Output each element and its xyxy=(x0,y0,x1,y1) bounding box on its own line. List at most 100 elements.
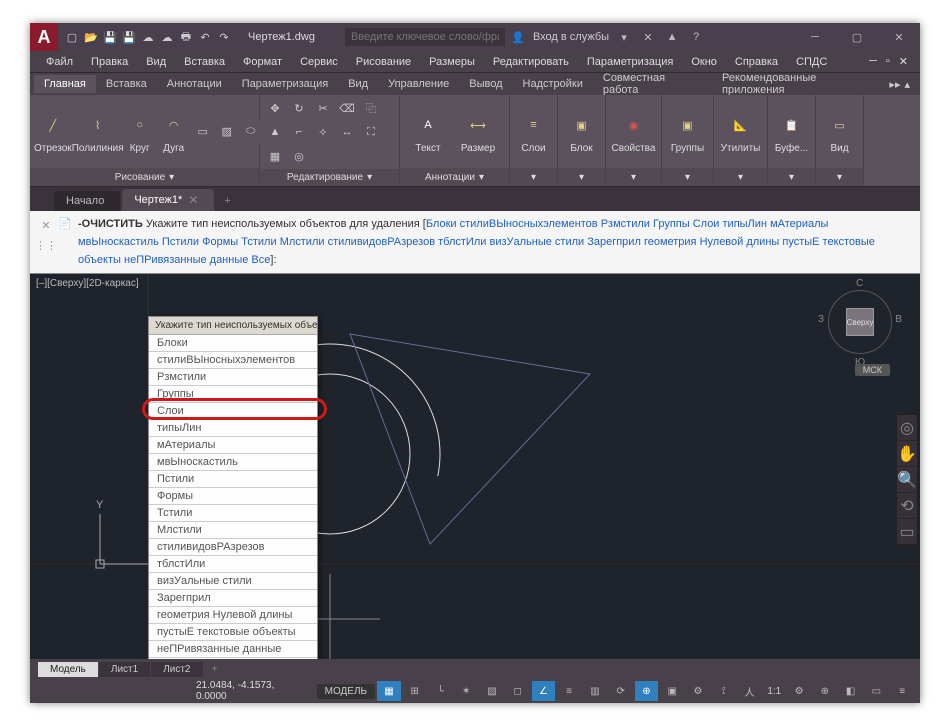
minimize-button[interactable]: ─ xyxy=(794,23,836,51)
login-link[interactable]: Вход в службы xyxy=(533,31,609,43)
nav-show-icon[interactable]: ▭ xyxy=(897,519,917,545)
mdi-close-icon[interactable]: ✕ xyxy=(895,55,912,68)
popup-item[interactable]: тблстИли xyxy=(149,556,317,573)
close-button[interactable]: ✕ xyxy=(878,23,920,51)
nav-orbit-icon[interactable]: ⟲ xyxy=(897,493,917,519)
popup-item[interactable]: Формы xyxy=(149,488,317,505)
copy-icon[interactable]: ⿻ xyxy=(360,97,382,119)
osnap-icon[interactable]: ◻ xyxy=(506,681,530,701)
fillet-icon[interactable]: ⌐ xyxy=(288,121,310,143)
cmd-handle-icon[interactable]: ⋮⋮ xyxy=(35,237,57,255)
menu-help[interactable]: Справка xyxy=(727,54,786,70)
move-icon[interactable]: ✥ xyxy=(264,97,286,119)
scale-label[interactable]: 1:1 xyxy=(763,686,785,697)
trim-icon[interactable]: ✂ xyxy=(312,97,334,119)
popup-item[interactable]: пустыЕ текстовые объекты xyxy=(149,624,317,641)
popup-item[interactable]: Зарегприл xyxy=(149,590,317,607)
popup-item[interactable]: стиливидовРАзрезов xyxy=(149,539,317,556)
cmd-close-icon[interactable]: ✕ xyxy=(41,217,50,235)
popup-item[interactable]: типыЛин xyxy=(149,420,317,437)
exchange-icon[interactable]: ✕ xyxy=(639,28,657,46)
model-space-button[interactable]: МОДЕЛЬ xyxy=(317,684,375,699)
popup-item[interactable]: Рзмстили xyxy=(149,369,317,386)
stretch-icon[interactable]: ↔ xyxy=(336,121,358,143)
snap-icon[interactable]: ⊞ xyxy=(403,681,427,701)
rect-icon[interactable]: ▭ xyxy=(192,121,214,143)
popup-item[interactable]: стилиВЫносныхэлементов xyxy=(149,352,317,369)
cloud-open-icon[interactable]: ☁ xyxy=(140,29,156,45)
menu-insert[interactable]: Вставка xyxy=(176,54,233,70)
menu-file[interactable]: Файл xyxy=(38,54,81,70)
panel-edit-title[interactable]: Редактирование ▾ xyxy=(260,169,399,186)
new-tab-button[interactable]: + xyxy=(216,191,238,211)
mirror-icon[interactable]: ▲ xyxy=(264,121,286,143)
save-icon[interactable]: 💾 xyxy=(102,29,118,45)
anno-mon-icon[interactable]: ⊕ xyxy=(813,681,837,701)
popup-item[interactable]: мАтериалы xyxy=(149,437,317,454)
transparency-icon[interactable]: ▥ xyxy=(583,681,607,701)
mdi-min-icon[interactable]: ─ xyxy=(865,55,881,68)
anno-scale-icon[interactable]: 人 xyxy=(738,681,762,701)
menu-edit[interactable]: Правка xyxy=(83,54,136,70)
panel-annot-title[interactable]: Аннотации ▾ xyxy=(400,168,509,186)
dyn-input-icon[interactable]: ⊕ xyxy=(635,681,659,701)
command-line[interactable]: ✕⋮⋮ 📄 -ОЧИСТИТЬ Укажите тип неиспользуем… xyxy=(30,211,920,274)
sc-icon[interactable]: ⚙ xyxy=(686,681,710,701)
ribbon-play-icon[interactable]: ▸▸ xyxy=(889,78,900,91)
rotate-icon[interactable]: ↻ xyxy=(288,97,310,119)
viewcube[interactable]: Сверху С Ю В З xyxy=(820,282,900,362)
hatch-icon[interactable]: ▨ xyxy=(216,121,238,143)
saveas-icon[interactable]: 💾 xyxy=(121,29,137,45)
text-button[interactable]: AТекст xyxy=(404,98,452,166)
tab-home[interactable]: Главная xyxy=(34,75,96,93)
popup-item[interactable]: Группы xyxy=(149,386,317,403)
menu-view[interactable]: Вид xyxy=(138,54,174,70)
iso-icon[interactable]: ▨ xyxy=(480,681,504,701)
menu-modify[interactable]: Редактировать xyxy=(485,54,577,70)
maximize-button[interactable]: ▢ xyxy=(836,23,878,51)
tab-insert[interactable]: Вставка xyxy=(96,75,157,93)
groups-button[interactable]: ▣Группы xyxy=(666,98,709,166)
grid-icon[interactable]: ▦ xyxy=(377,681,401,701)
new-icon[interactable]: ▢ xyxy=(64,29,80,45)
popup-item[interactable]: Тстили xyxy=(149,505,317,522)
erase-icon[interactable]: ⌫ xyxy=(336,97,358,119)
nav-zoom-icon[interactable]: 🔍 xyxy=(897,467,917,493)
menu-param[interactable]: Параметризация xyxy=(579,54,681,70)
coord-system-label[interactable]: МСК xyxy=(855,364,890,376)
polyline-button[interactable]: ⌇Полилиния xyxy=(74,98,122,166)
popup-item-layers[interactable]: Слои xyxy=(149,403,317,420)
tab-output[interactable]: Вывод xyxy=(459,75,512,93)
tab-drawing[interactable]: Чертеж1*✕ xyxy=(122,189,214,211)
layout-sheet2[interactable]: Лист2 xyxy=(151,662,202,677)
popup-item[interactable]: мвЫноскастиль xyxy=(149,454,317,471)
search-input[interactable] xyxy=(345,28,505,46)
drawing-canvas[interactable]: Свойства [–][Сверху][2D-каркас] X Y Свер… xyxy=(30,274,920,659)
layout-add-button[interactable]: + xyxy=(204,662,226,677)
redo-icon[interactable]: ↷ xyxy=(216,29,232,45)
qp-icon[interactable]: ▣ xyxy=(660,681,684,701)
app-logo[interactable]: A xyxy=(30,23,58,51)
popup-item[interactable]: Млстили xyxy=(149,522,317,539)
array-icon[interactable]: ▦ xyxy=(264,145,286,167)
print-icon[interactable]: 🖶 xyxy=(178,29,194,45)
view-button[interactable]: ▭Вид xyxy=(820,98,859,166)
clipboard-button[interactable]: 📋Буфе... xyxy=(772,98,811,166)
layout-model[interactable]: Модель xyxy=(38,662,98,677)
ellipse-icon[interactable]: ⬭ xyxy=(240,121,262,143)
user-icon[interactable]: 👤 xyxy=(509,28,527,46)
help-icon[interactable]: ? xyxy=(687,28,705,46)
nav-pan-icon[interactable]: ✋ xyxy=(897,441,917,467)
layout-sheet1[interactable]: Лист1 xyxy=(99,662,150,677)
ortho-icon[interactable]: └ xyxy=(429,681,453,701)
popup-item[interactable]: визУальные стили xyxy=(149,573,317,590)
arc-button[interactable]: ◠Дуга xyxy=(158,98,190,166)
menu-window[interactable]: Окно xyxy=(683,54,725,70)
popup-item[interactable]: Блоки xyxy=(149,335,317,352)
polar-icon[interactable]: ✶ xyxy=(454,681,478,701)
open-icon[interactable]: 📂 xyxy=(83,29,99,45)
dropdown-icon[interactable]: ▾ xyxy=(615,28,633,46)
menu-dim[interactable]: Размеры xyxy=(421,54,483,70)
undo-icon[interactable]: ↶ xyxy=(197,29,213,45)
menu-spds[interactable]: СПДС xyxy=(788,54,835,70)
